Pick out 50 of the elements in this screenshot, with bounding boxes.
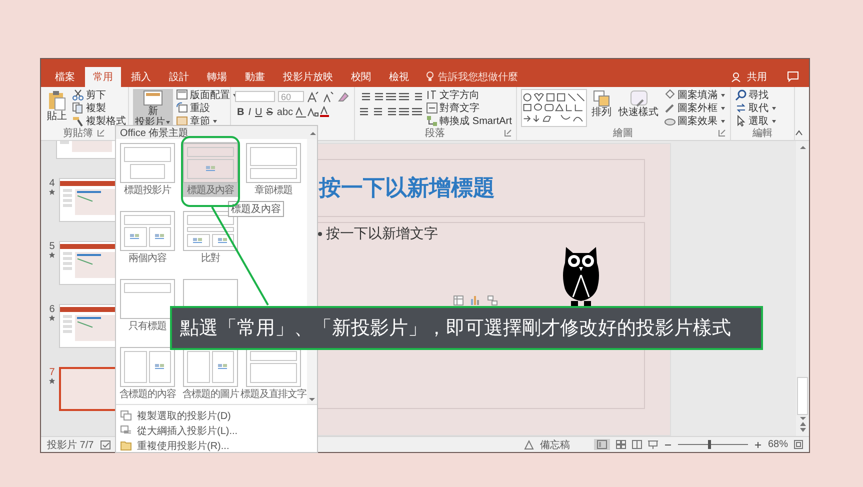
- callout-text: 點選「常用」、「新投影片」，即可選擇剛才修改好的投影片樣式: [180, 317, 731, 341]
- share-button[interactable]: 共用: [747, 70, 767, 84]
- ribbon-tab[interactable]: 動畫: [237, 66, 273, 87]
- font-style-button[interactable]: U: [253, 106, 264, 119]
- ribbon-tab[interactable]: 插入: [123, 66, 159, 87]
- group-label: 段落: [425, 126, 446, 140]
- font-style-button[interactable]: S: [264, 106, 275, 119]
- arrange-button[interactable]: 排列: [590, 88, 614, 127]
- shape-format-command[interactable]: 圖案效果: [664, 114, 726, 128]
- body-placeholder[interactable]: 按一下以新增文字: [326, 224, 438, 243]
- font-style-button[interactable]: abc: [274, 106, 296, 119]
- slide-count: 投影片 7/7: [47, 438, 94, 452]
- slide-number: 4: [49, 178, 55, 189]
- shape-format-command[interactable]: 圖案外框: [664, 102, 726, 115]
- font-style-button[interactable]: B: [235, 106, 246, 119]
- group-label: 編輯: [752, 127, 772, 140]
- ribbon-tab[interactable]: 轉場: [199, 66, 235, 87]
- ribbon-tab[interactable]: 檔案: [47, 66, 83, 87]
- paragraph-command[interactable]: 文字方向: [426, 88, 512, 102]
- editing-command[interactable]: 取代: [734, 102, 777, 115]
- slide-command[interactable]: 章節: [176, 114, 238, 128]
- clipboard-command[interactable]: 複製: [72, 102, 126, 115]
- clipboard-command[interactable]: 複製格式: [72, 114, 126, 128]
- font-style-button[interactable]: I: [246, 106, 254, 119]
- ribbon-tab[interactable]: 常用: [85, 66, 121, 87]
- group-label: 繪圖: [613, 127, 634, 140]
- slide-number: 5: [49, 240, 55, 252]
- ribbon-tab[interactable]: 設計: [161, 66, 197, 87]
- tell-me-field[interactable]: 告訴我您想做什麼: [438, 70, 518, 84]
- clipboard-command[interactable]: 剪下: [72, 88, 126, 102]
- layout-option[interactable]: 標題及內容: [181, 142, 240, 197]
- menu-item[interactable]: 從大綱插入投影片(L)...: [120, 424, 317, 437]
- ribbon-tab[interactable]: 投影片放映: [275, 66, 341, 87]
- editing-command[interactable]: 尋找: [734, 88, 777, 102]
- slide-number: 6: [49, 304, 55, 315]
- group-label: 剪貼簿: [63, 126, 93, 140]
- slide-number: 7: [49, 366, 55, 378]
- menu-item[interactable]: 重複使用投影片(R)...: [120, 439, 317, 452]
- paragraph-command[interactable]: 轉換成 SmartArt: [426, 114, 512, 128]
- notes-button[interactable]: 備忘稿: [540, 438, 570, 452]
- quick-styles-button[interactable]: 快速樣式: [616, 88, 661, 127]
- zoom-level[interactable]: 68%: [768, 439, 788, 450]
- slide-command[interactable]: 重設: [176, 102, 238, 115]
- shape-format-command[interactable]: 圖案填滿: [664, 88, 726, 102]
- paragraph-command[interactable]: 對齊文字: [426, 102, 512, 115]
- ribbon-tab[interactable]: 校閱: [343, 66, 379, 87]
- editing-command[interactable]: 選取: [734, 114, 777, 128]
- menu-item[interactable]: 複製選取的投影片(D): [120, 409, 317, 422]
- ribbon-tab[interactable]: 檢視: [381, 66, 417, 87]
- paste-button[interactable]: 貼上: [45, 88, 69, 127]
